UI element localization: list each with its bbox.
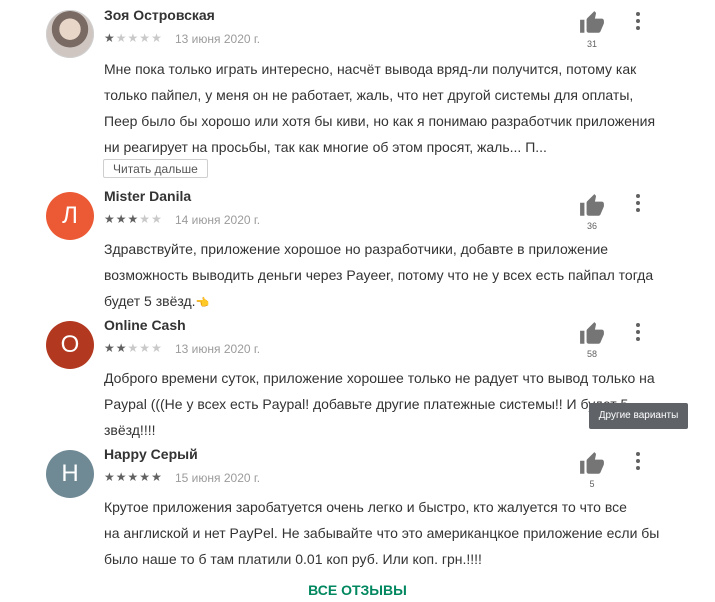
all-reviews-link[interactable]: ВСЕ ОТЗЫВЫ	[0, 582, 715, 598]
review-text: Здравствуйте, приложение хорошое но разр…	[104, 236, 664, 316]
thumb-up-icon[interactable]	[579, 10, 605, 36]
star-icon: ★	[127, 212, 140, 226]
star-icon: ★	[127, 341, 140, 355]
star-icon: ★	[151, 470, 163, 484]
review-date: 13 июня 2020 г.	[175, 32, 261, 46]
review-line: будет 5 звёзд.👈	[104, 288, 664, 316]
star-icon: ★	[115, 212, 128, 226]
pointing-hand-emoji: 👈	[195, 297, 210, 309]
review-text: Мне пока только играть интересно, насчёт…	[104, 56, 664, 160]
reviewer-name: Happy Серый	[104, 446, 198, 462]
star-icon: ★	[151, 212, 163, 226]
review-text: Доброго времени суток, приложение хороше…	[104, 365, 664, 443]
more-vert-icon[interactable]	[630, 192, 646, 214]
thumb-up-icon[interactable]	[579, 193, 605, 219]
review-line: Здравствуйте, приложение хорошое но разр…	[104, 241, 609, 257]
star-icon: ★	[139, 31, 152, 45]
star-icon: ★	[151, 31, 163, 45]
review-line: Пеер было бы хорошо или хотя бы киви, но…	[104, 113, 656, 129]
star-icon: ★	[104, 31, 116, 45]
star-icon: ★	[104, 470, 116, 484]
more-vert-icon[interactable]	[630, 10, 646, 32]
review-text: Крутое приложения заробатуется очень лег…	[104, 494, 664, 572]
star-icon: ★	[127, 31, 140, 45]
star-icon: ★	[139, 470, 152, 484]
more-options-tooltip: Другие варианты	[589, 403, 688, 429]
helpful-count: 36	[586, 221, 597, 231]
reviewer-name: Online Cash	[104, 317, 186, 333]
review-line: только пайпел, у меня он не работает, жа…	[104, 87, 634, 103]
helpful-count: 58	[586, 349, 597, 359]
star-rating: ★★★★★	[104, 31, 163, 45]
star-icon: ★	[104, 341, 116, 355]
star-icon: ★	[115, 31, 128, 45]
review-line: было наше то б там платили 0.01 коп руб.…	[104, 551, 482, 567]
avatar: Л	[46, 192, 94, 240]
avatar-letter: H	[61, 460, 79, 487]
thumb-up-icon[interactable]	[579, 321, 605, 347]
review-line: Крутое приложения заробатуется очень лег…	[104, 499, 627, 515]
review-line: Paypal (((Не у всех есть Paypal! добавьт…	[104, 396, 629, 412]
review-line: Доброго времени суток, приложение хороше…	[104, 370, 655, 386]
star-icon: ★	[127, 470, 140, 484]
review-line-text: будет 5 звёзд.	[104, 293, 196, 309]
review-line: ни реагирует на просьбы, так как многие …	[104, 139, 547, 155]
review-line: звёзд!!!!	[104, 422, 156, 438]
more-vert-icon[interactable]	[630, 321, 646, 343]
avatar: O	[46, 321, 94, 369]
star-icon: ★	[115, 470, 128, 484]
helpful-count: 5	[589, 479, 595, 489]
more-vert-icon[interactable]	[630, 450, 646, 472]
avatar-letter: Л	[62, 202, 78, 229]
star-rating: ★★★★★	[104, 470, 163, 484]
review-line: возможность выводить деньги через Payeer…	[104, 267, 654, 283]
star-icon: ★	[115, 341, 128, 355]
review-date: 13 июня 2020 г.	[175, 342, 261, 356]
review-line: на англиской и нет PayPel. Не забывайте …	[104, 525, 660, 541]
star-rating: ★★★★★	[104, 212, 163, 226]
reviewer-name: Зоя Островская	[104, 7, 215, 23]
star-icon: ★	[139, 341, 152, 355]
star-icon: ★	[104, 212, 116, 226]
star-icon: ★	[139, 212, 152, 226]
avatar	[46, 10, 94, 58]
reviewer-name: Mister Danila	[104, 188, 192, 204]
star-rating: ★★★★★	[104, 341, 163, 355]
read-more-button[interactable]: Читать дальше	[103, 159, 208, 178]
star-icon: ★	[151, 341, 163, 355]
review-date: 14 июня 2020 г.	[175, 213, 261, 227]
avatar: H	[46, 450, 94, 498]
helpful-count: 31	[586, 39, 597, 49]
avatar-letter: O	[60, 331, 80, 358]
thumb-up-icon[interactable]	[579, 451, 605, 477]
review-line: Мне пока только играть интересно, насчёт…	[104, 61, 637, 77]
review-date: 15 июня 2020 г.	[175, 471, 261, 485]
